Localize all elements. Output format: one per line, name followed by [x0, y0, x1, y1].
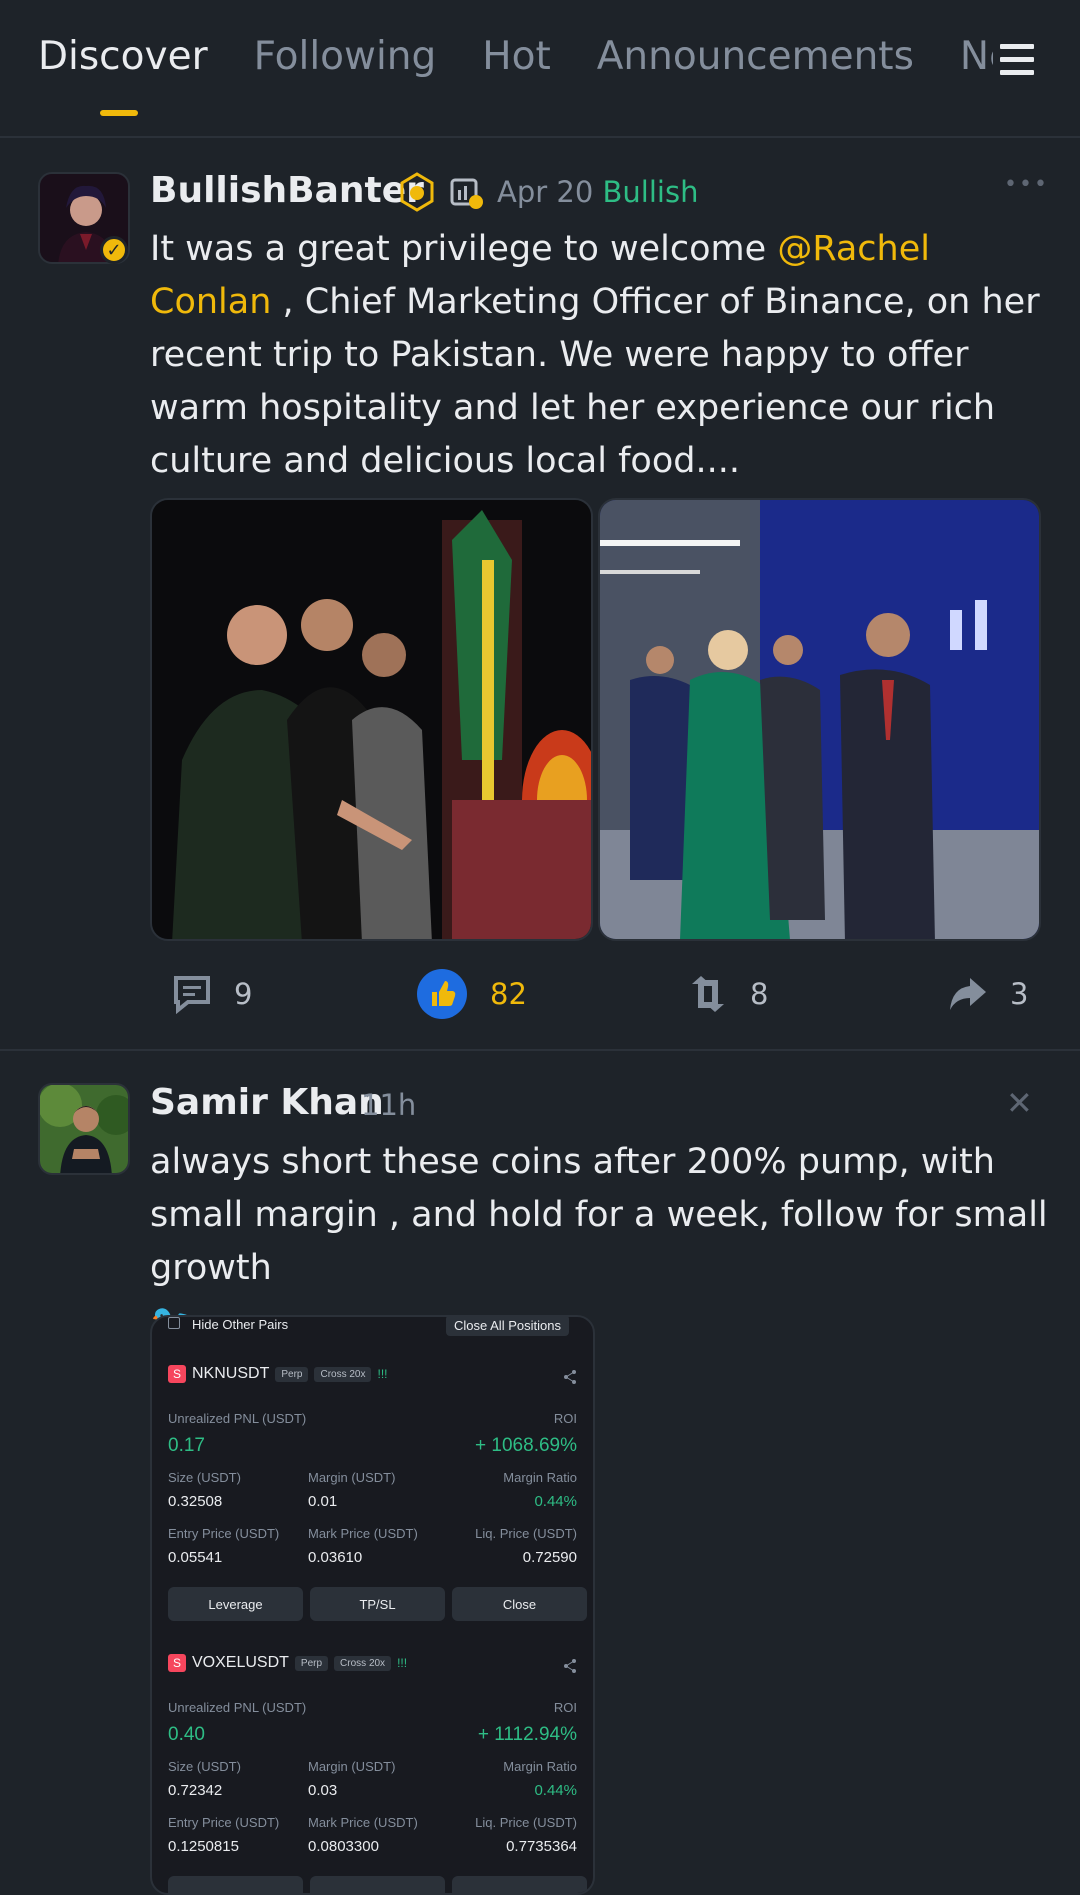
entry-label: Entry Price (USDT): [168, 1815, 280, 1830]
share-count: 3: [1010, 977, 1029, 1011]
margin-value: 0.01: [308, 1493, 338, 1510]
verified-badge-icon: ✓: [100, 236, 128, 264]
pnl-value: 0.40: [168, 1724, 205, 1745]
ratio-label: Margin Ratio: [503, 1470, 577, 1485]
share-arrow-icon: [950, 978, 986, 1010]
card-button-partial: [452, 1876, 587, 1893]
post-text-part: , Chief Marketing Officer of Binance, on…: [150, 282, 1040, 481]
symbol: NKNUSDT: [192, 1365, 270, 1382]
roi-value: + 1112.94%: [477, 1724, 577, 1745]
cross-tag: Cross 20x: [314, 1366, 372, 1382]
pnl-label: Unrealized PNL (USDT): [168, 1700, 307, 1715]
like-thumb-icon: [417, 969, 467, 1019]
ratio-label: Margin Ratio: [503, 1759, 577, 1774]
comment-action[interactable]: 9: [172, 974, 252, 1014]
chart-badge-icon: [450, 178, 483, 209]
close-icon[interactable]: ✕: [1006, 1084, 1033, 1122]
comment-count: 9: [234, 977, 253, 1011]
share-icon: [564, 1370, 576, 1384]
mark-label: Mark Price (USDT): [308, 1526, 418, 1541]
avatar[interactable]: [38, 1083, 130, 1175]
risk-bars-icon: !!!: [397, 1656, 408, 1670]
ratio-value: 0.44%: [534, 1493, 577, 1510]
positions-screenshot[interactable]: Hide Other Pairs Close All Positions S N…: [150, 1315, 595, 1895]
mark-value: 0.03610: [308, 1549, 363, 1566]
short-badge: S: [168, 1654, 186, 1672]
roi-value: + 1068.69%: [475, 1435, 577, 1456]
post-meta: Apr 20 Bullish: [497, 175, 698, 209]
mark-value: 0.0803300: [308, 1838, 379, 1855]
username[interactable]: Samir Khan: [150, 1082, 384, 1123]
repost-action[interactable]: 8: [688, 974, 768, 1014]
entry-label: Entry Price (USDT): [168, 1526, 280, 1541]
size-label: Size (USDT): [168, 1759, 241, 1774]
tab-announcements[interactable]: Announcements: [597, 34, 914, 79]
leverage-button: Leverage: [168, 1587, 303, 1621]
entry-value: 0.05541: [168, 1549, 223, 1566]
hamburger-icon[interactable]: [1000, 44, 1034, 78]
post-text[interactable]: It was a great privilege to welcome @Rac…: [150, 223, 1050, 488]
margin-label: Margin (USDT): [308, 1470, 396, 1485]
post-divider: [0, 1049, 1080, 1051]
margin-label: Margin (USDT): [308, 1759, 396, 1774]
entry-value: 0.1250815: [168, 1838, 239, 1855]
post-text-part: It was a great privilege to welcome: [150, 229, 778, 269]
tab-discover[interactable]: Discover: [38, 34, 208, 79]
post-text-part: always short these coins after 200% pump…: [150, 1142, 1048, 1288]
liq-value: 0.7735364: [506, 1838, 577, 1855]
mark-label: Mark Price (USDT): [308, 1815, 418, 1830]
perp-tag: Perp: [294, 1655, 329, 1671]
cross-tag: Cross 20x: [334, 1655, 392, 1671]
comment-icon: [174, 976, 210, 1014]
like-count: 82: [490, 977, 527, 1011]
post-date: Apr 20: [497, 175, 594, 209]
perp-tag: Perp: [275, 1366, 309, 1382]
tab-hot[interactable]: Hot: [482, 34, 550, 79]
hide-other-pairs: Hide Other Pairs: [192, 1317, 289, 1332]
liq-label: Liq. Price (USDT): [475, 1526, 577, 1541]
top-nav: Discover Following Hot Announcements Ne: [0, 0, 1080, 138]
liq-label: Liq. Price (USDT): [475, 1815, 577, 1830]
roi-label: ROI: [553, 1700, 577, 1715]
repost-icon: [692, 976, 724, 1012]
size-label: Size (USDT): [168, 1470, 241, 1485]
size-value: 0.32508: [168, 1493, 223, 1510]
pnl-value: 0.17: [168, 1435, 205, 1456]
margin-value: 0.03: [308, 1782, 338, 1799]
share-icon: [564, 1659, 576, 1673]
card-button-partial: [310, 1876, 445, 1893]
creator-badge-icon: [400, 172, 434, 212]
size-value: 0.72342: [168, 1782, 223, 1799]
active-tab-indicator: [100, 110, 138, 116]
position-header: S NKNUSDT Perp Cross 20x !!!: [168, 1365, 388, 1383]
tab-news[interactable]: Ne: [960, 34, 993, 79]
username[interactable]: BullishBanter: [150, 170, 424, 211]
close-all-positions-button: Close All Positions: [446, 1317, 569, 1336]
post-time: 11h: [361, 1088, 417, 1122]
ratio-value: 0.44%: [534, 1782, 577, 1799]
risk-bars-icon: !!!: [377, 1367, 388, 1381]
post-image-2[interactable]: [598, 498, 1041, 941]
sentiment-tag[interactable]: Bullish: [603, 175, 699, 209]
tab-bar: Discover Following Hot Announcements Ne: [38, 34, 993, 79]
tab-following[interactable]: Following: [254, 34, 437, 79]
roi-label: ROI: [553, 1411, 577, 1426]
tpsl-button: TP/SL: [310, 1587, 445, 1621]
checkbox-icon: [168, 1317, 180, 1329]
post-image-1[interactable]: [150, 498, 593, 941]
position-header: S VOXELUSDT Perp Cross 20x !!!: [168, 1654, 407, 1672]
liq-value: 0.72590: [522, 1549, 577, 1566]
pnl-label: Unrealized PNL (USDT): [168, 1411, 307, 1426]
repost-count: 8: [750, 977, 769, 1011]
card-button-partial: [168, 1876, 303, 1893]
more-options-icon[interactable]: •••: [1004, 172, 1049, 197]
like-action[interactable]: 82: [416, 968, 527, 1020]
short-badge: S: [168, 1365, 186, 1383]
symbol: VOXELUSDT: [192, 1654, 289, 1671]
share-action[interactable]: 3: [948, 974, 1028, 1014]
close-position-button: Close: [452, 1587, 587, 1621]
